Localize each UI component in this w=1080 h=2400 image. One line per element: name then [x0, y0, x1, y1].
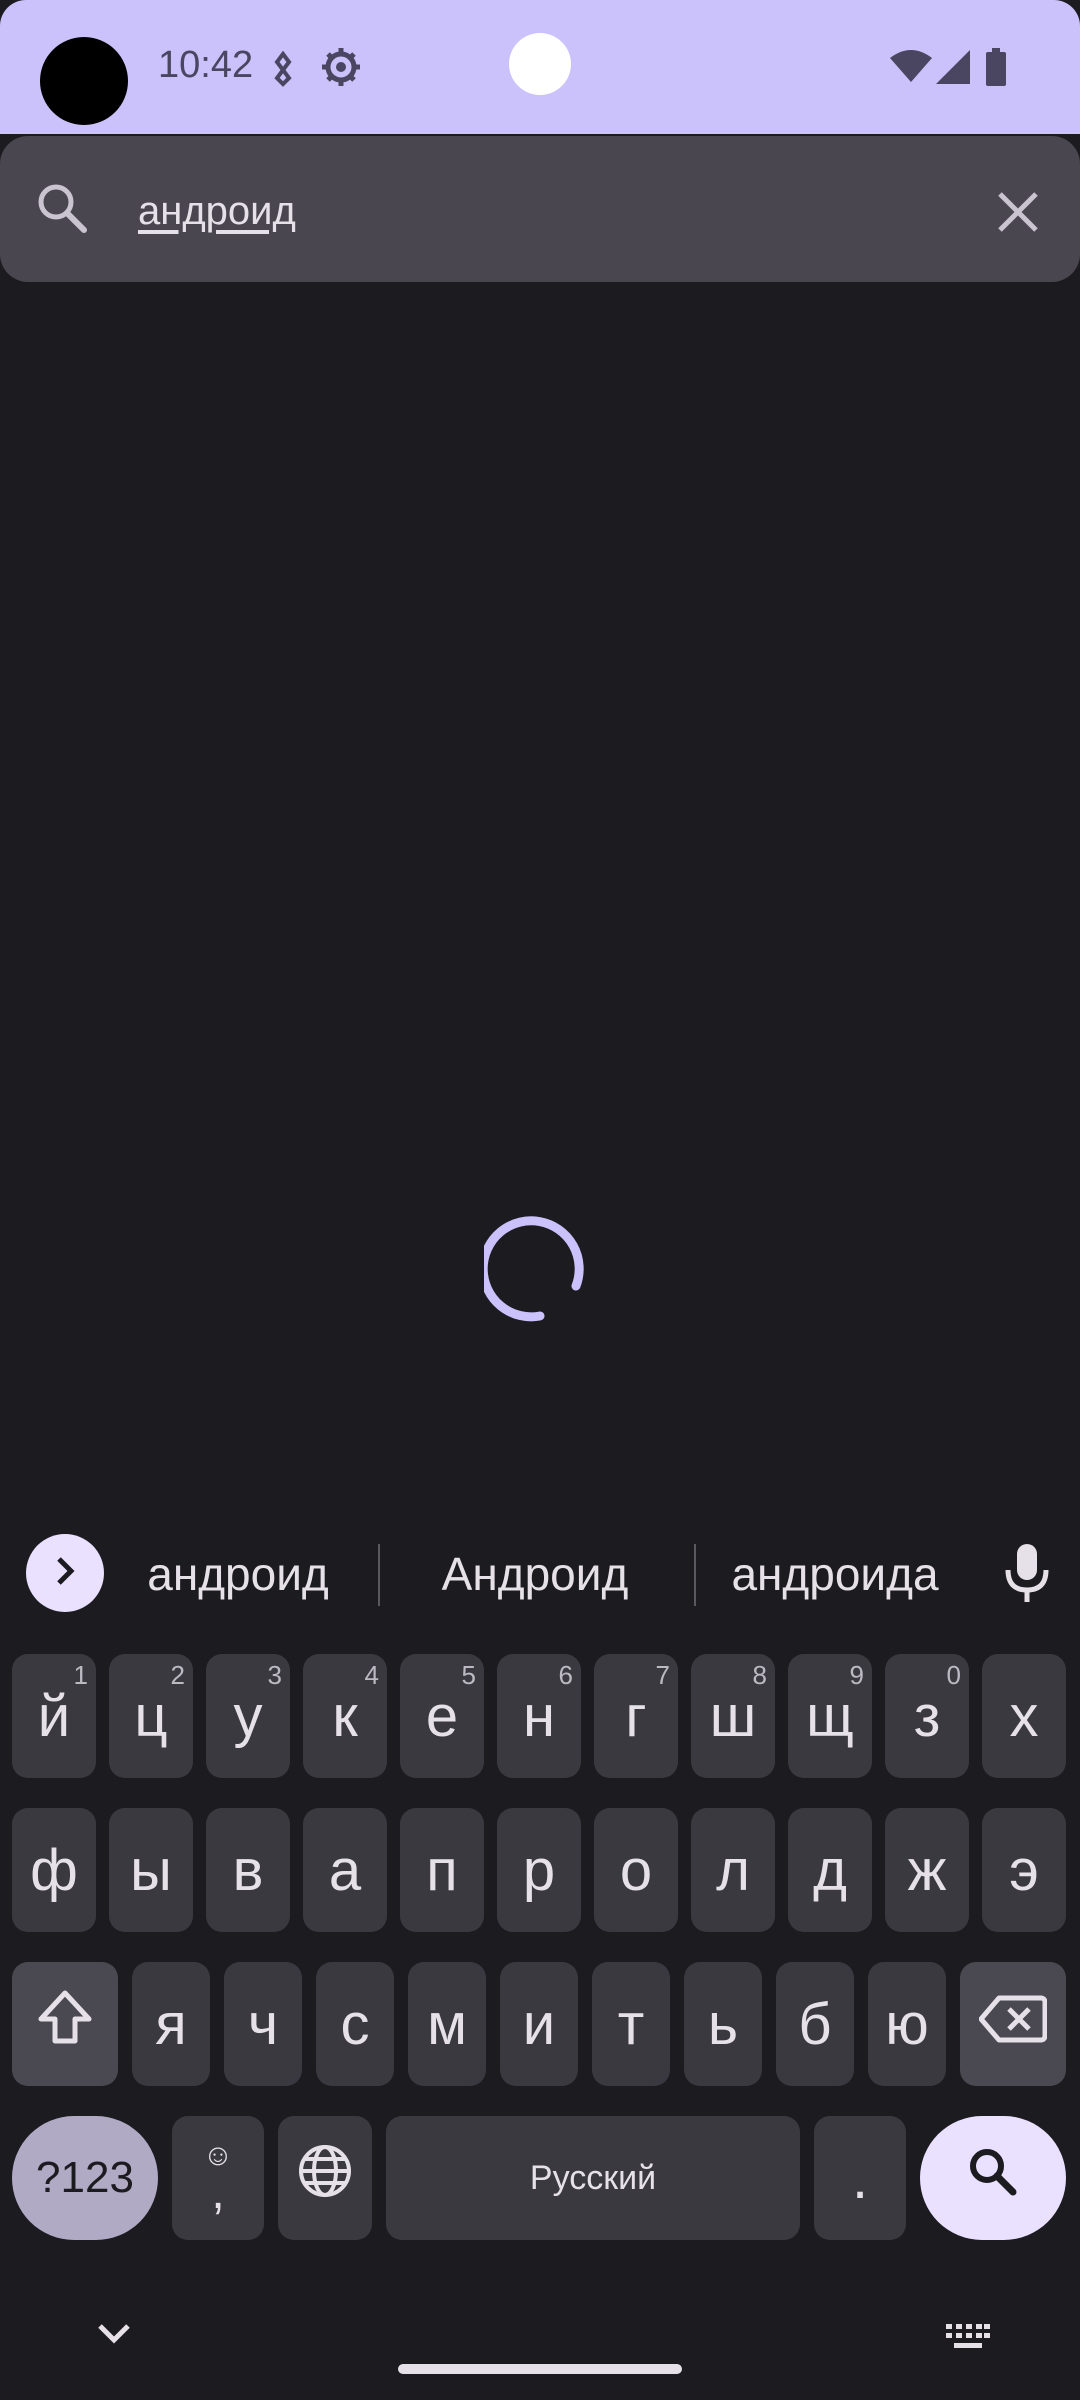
key-р[interactable]: р: [497, 1808, 581, 1932]
microphone-icon[interactable]: [1004, 1544, 1050, 1609]
close-icon: [990, 192, 1046, 244]
key-й[interactable]: й1: [12, 1654, 96, 1778]
key-о[interactable]: о: [594, 1808, 678, 1932]
expand-toolbar-button[interactable]: [26, 1534, 104, 1612]
period-key[interactable]: .: [814, 2116, 906, 2240]
camera-cutout-left: [40, 37, 128, 125]
key-д[interactable]: д: [788, 1808, 872, 1932]
suggestion-divider: [378, 1544, 380, 1606]
key-ы[interactable]: ы: [109, 1808, 193, 1932]
shift-icon: [35, 1987, 95, 2061]
key-н[interactable]: н6: [497, 1654, 581, 1778]
key-г[interactable]: г7: [594, 1654, 678, 1778]
language-switch-key[interactable]: [278, 2116, 372, 2240]
front-camera: [509, 33, 571, 95]
key-м[interactable]: м: [408, 1962, 486, 2086]
debug-icon: [268, 48, 298, 93]
search-icon: [36, 182, 88, 239]
key-ю[interactable]: ю: [868, 1962, 946, 2086]
keyboard-switcher-icon[interactable]: [944, 2322, 992, 2357]
search-input[interactable]: [136, 180, 940, 242]
key-ф[interactable]: ф: [12, 1808, 96, 1932]
suggestion-divider: [694, 1544, 696, 1606]
key-я[interactable]: я: [132, 1962, 210, 2086]
space-key[interactable]: Русский: [386, 2116, 800, 2240]
key-с[interactable]: с: [316, 1962, 394, 2086]
key-х[interactable]: х: [982, 1654, 1066, 1778]
globe-icon: [297, 2143, 353, 2213]
search-icon: [967, 2145, 1019, 2212]
suggestion-1[interactable]: андроид: [120, 1544, 356, 1604]
status-bar: 10:42: [0, 0, 1080, 134]
key-а[interactable]: а: [303, 1808, 387, 1932]
suggestion-3[interactable]: андроида: [710, 1544, 960, 1604]
key-т[interactable]: т: [592, 1962, 670, 2086]
home-gesture-bar[interactable]: [398, 2364, 682, 2374]
chevron-right-icon: [48, 1554, 82, 1593]
clear-search-button[interactable]: [990, 184, 1046, 240]
emoji-comma-key[interactable]: ☺ ,: [172, 2116, 264, 2240]
key-е[interactable]: е5: [400, 1654, 484, 1778]
key-у[interactable]: у3: [206, 1654, 290, 1778]
key-ж[interactable]: ж: [885, 1808, 969, 1932]
key-ц[interactable]: ц2: [109, 1654, 193, 1778]
wifi-icon: [890, 50, 932, 87]
status-time: 10:42: [158, 44, 254, 86]
suggestion-2[interactable]: Андроид: [410, 1544, 660, 1604]
shift-key[interactable]: [12, 1962, 118, 2086]
search-action-key[interactable]: [920, 2116, 1066, 2240]
key-и[interactable]: и: [500, 1962, 578, 2086]
hide-keyboard-button[interactable]: [94, 2318, 134, 2353]
key-ш[interactable]: ш8: [691, 1654, 775, 1778]
loading-spinner: [478, 1212, 596, 1324]
signal-icon: [936, 50, 970, 89]
backspace-icon: [978, 1991, 1048, 2058]
key-э[interactable]: э: [982, 1808, 1066, 1932]
key-п[interactable]: п: [400, 1808, 484, 1932]
key-к[interactable]: к4: [303, 1654, 387, 1778]
key-щ[interactable]: щ9: [788, 1654, 872, 1778]
key-в[interactable]: в: [206, 1808, 290, 1932]
key-ь[interactable]: ь: [684, 1962, 762, 2086]
symbols-key[interactable]: ?123: [12, 2116, 158, 2240]
key-л[interactable]: л: [691, 1808, 775, 1932]
key-б[interactable]: б: [776, 1962, 854, 2086]
key-ч[interactable]: ч: [224, 1962, 302, 2086]
search-bar: [0, 136, 1080, 282]
key-з[interactable]: з0: [885, 1654, 969, 1778]
backspace-key[interactable]: [960, 1962, 1066, 2086]
settings-sync-icon: [320, 46, 362, 93]
battery-icon: [986, 48, 1006, 91]
